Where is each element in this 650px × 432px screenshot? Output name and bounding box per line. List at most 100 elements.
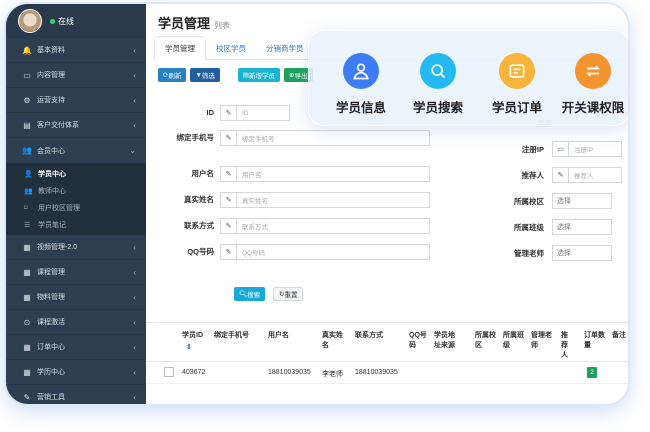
- page-title: 学员管理 列表: [158, 13, 230, 32]
- select-4[interactable]: 选择: [552, 245, 612, 261]
- page-title-text: 学员管理: [158, 16, 211, 31]
- tab-campus-students[interactable]: 校区学员: [206, 36, 256, 60]
- sort-icon[interactable]: ⇕: [186, 343, 192, 353]
- submenu-item-label: 学员笔记: [38, 221, 66, 229]
- submenu-item-label: 教师中心: [38, 187, 66, 195]
- sidebar-item-2-nav1[interactable]: ⚙ 运营支持 ‹: [6, 88, 146, 113]
- column-header-0[interactable]: 学员ID: [182, 331, 203, 341]
- submenu-item-1[interactable]: 👥 教师中心: [6, 182, 146, 199]
- tab-distributor-students[interactable]: 分销商学员: [256, 36, 314, 60]
- feature-label: 开关课权限: [561, 101, 625, 115]
- course-icon: ▦: [23, 267, 31, 277]
- sidebar-item-label: 会员中心: [37, 147, 65, 155]
- tab-student-management[interactable]: 学员管理: [154, 36, 206, 60]
- sidebar-item-6-nav2[interactable]: ✎ 营销工具 ‹: [6, 385, 146, 404]
- submenu-item-3[interactable]: ☰ 学员笔记: [6, 216, 146, 233]
- activate-icon: ⊙: [23, 317, 31, 327]
- feature-label: 学员信息: [335, 101, 386, 115]
- input-placeholder: 联系方式: [242, 224, 268, 231]
- input-placeholder: ID: [242, 109, 249, 117]
- feature-student-order[interactable]: 学员订单: [477, 53, 557, 116]
- add-student-button[interactable]: ▤ 新增学员: [237, 68, 281, 82]
- submenu-item-2[interactable]: ⌑ 用户校区管理: [6, 199, 146, 216]
- form-input-5[interactable]: ✎ QQ号码: [220, 244, 430, 260]
- feature-course-permission[interactable]: 开关课权限: [553, 53, 628, 116]
- sidebar-item-label: 营销工具: [37, 394, 65, 401]
- app-window: 在线 🔔 基本资料 ‹ ▭ 内容管理 ‹ ⚙ 运营支持 ‹ ▤ 客户交付体系 ‹ 👥 会员中心 ⌄ 👤 学员中…: [6, 4, 628, 404]
- sidebar-item-label: 基本资料: [37, 47, 65, 54]
- table-row[interactable]: 403672 18810039035 李老师 18810039035 2: [146, 362, 628, 384]
- form-input-1[interactable]: ✎ 绑定手机号: [220, 130, 430, 146]
- order-count-badge[interactable]: 2: [587, 367, 597, 378]
- column-header-3[interactable]: 真实姓名: [322, 331, 348, 351]
- column-header-10[interactable]: 推荐人: [561, 331, 571, 361]
- form-label: 联系方式: [184, 221, 214, 230]
- sidebar-item-1-nav2[interactable]: ▦ 课程管理 ‹: [6, 260, 146, 285]
- form-label: 用户名: [191, 169, 215, 178]
- box-icon: ▦: [23, 292, 31, 302]
- chevron-icon: ‹: [133, 95, 136, 105]
- filter-button[interactable]: ▼ 筛选: [190, 68, 220, 82]
- form-input-4[interactable]: ✎ 联系方式: [220, 218, 430, 234]
- sidebar-item-label: 物料管理: [37, 294, 65, 301]
- cell-contact: 18810039035: [355, 369, 398, 376]
- cell-student-id: 403672: [182, 369, 206, 376]
- online-status-label: 在线: [58, 16, 74, 26]
- sidebar-item-3-nav2[interactable]: ⊙ 课程激活 ‹: [6, 310, 146, 335]
- sidebar-item-label: 课程管理: [37, 269, 65, 276]
- pencil-icon: ✎: [221, 245, 237, 259]
- chevron-icon: ‹: [133, 70, 136, 80]
- student-order-icon: [499, 53, 535, 89]
- input-placeholder: 用户名: [242, 172, 262, 179]
- form-input-right-0[interactable]: ▭ 注册IP: [552, 141, 622, 157]
- form-input-3[interactable]: ✎ 真实姓名: [220, 192, 430, 208]
- sidebar-item-2-nav2[interactable]: ▦ 物料管理 ‹: [6, 285, 146, 310]
- sidebar-item-label: 学历中心: [37, 369, 65, 376]
- sidebar-item-label: 课程激活: [37, 319, 65, 326]
- avatar[interactable]: [18, 9, 42, 33]
- sidebar-item-4-nav2[interactable]: ▦ 订单中心 ‹: [6, 335, 146, 360]
- select-2[interactable]: 选择: [552, 193, 612, 209]
- refresh-button[interactable]: ⟳ 刷新: [158, 68, 187, 82]
- column-header-1[interactable]: 绑定手机号: [214, 331, 249, 341]
- sidebar-item-4-nav1[interactable]: 👥 会员中心 ⌄: [6, 138, 146, 163]
- form-input-2[interactable]: ✎ 用户名: [220, 166, 430, 182]
- sidebar-item-1-nav1[interactable]: ▭ 内容管理 ‹: [6, 63, 146, 88]
- column-header-2[interactable]: 用户名: [268, 331, 289, 341]
- column-header-12[interactable]: 备注: [612, 331, 628, 341]
- sidebar-item-3-nav1[interactable]: ▤ 客户交付体系 ‹: [6, 113, 146, 138]
- form-field-0: ID ✎ ID: [158, 105, 290, 121]
- feature-user-search[interactable]: 学员搜索: [398, 53, 478, 116]
- column-header-5[interactable]: QQ号码: [409, 331, 431, 351]
- sidebar-item-5-nav2[interactable]: ▦ 学历中心 ‹: [6, 360, 146, 385]
- form-input-0[interactable]: ✎ ID: [220, 105, 290, 121]
- form-label: 所属校区: [514, 196, 544, 206]
- reset-button[interactable]: ↻ 重置: [273, 287, 304, 301]
- bell-icon: 🔔: [22, 45, 32, 55]
- chevron-icon: ‹: [133, 342, 136, 352]
- cell-username: 18810039035: [268, 369, 311, 376]
- column-header-6[interactable]: 学员地址来源: [434, 331, 456, 351]
- form-input-right-1[interactable]: ✎ 推荐人: [552, 167, 622, 183]
- feature-user-info[interactable]: 学员信息: [321, 53, 401, 116]
- cell-real-name: 李老师: [322, 371, 343, 378]
- column-header-4[interactable]: 联系方式: [355, 331, 383, 341]
- column-header-11[interactable]: 订单数量: [584, 331, 606, 351]
- pencil-icon: ✎: [221, 193, 237, 207]
- course-permission-icon: [575, 53, 611, 89]
- user-panel: 在线: [6, 4, 146, 38]
- column-header-7[interactable]: 所属校区: [475, 331, 497, 351]
- submenu-item-0[interactable]: 👤 学员中心: [6, 165, 146, 182]
- chevron-icon: ‹: [133, 367, 136, 377]
- submenu-member-center: 👤 学员中心 👥 教师中心 ⌑ 用户校区管理 ☰ 学员笔记: [6, 163, 146, 235]
- video-icon: ▦: [23, 242, 31, 252]
- column-header-8[interactable]: 所属班级: [503, 331, 525, 351]
- submenu-item-label: 学员中心: [38, 170, 66, 178]
- form-label: 真实姓名: [184, 195, 214, 204]
- sidebar-item-0-nav1[interactable]: 🔔 基本资料 ‹: [6, 38, 146, 63]
- column-header-9[interactable]: 管理老师: [531, 331, 553, 351]
- sidebar-item-0-nav2[interactable]: ▦ 视频管理-2.0 ‹: [6, 235, 146, 260]
- select-3[interactable]: 选择: [552, 219, 612, 235]
- row-checkbox[interactable]: [164, 367, 174, 377]
- search-button[interactable]: 🔍︎ 搜索: [234, 287, 266, 301]
